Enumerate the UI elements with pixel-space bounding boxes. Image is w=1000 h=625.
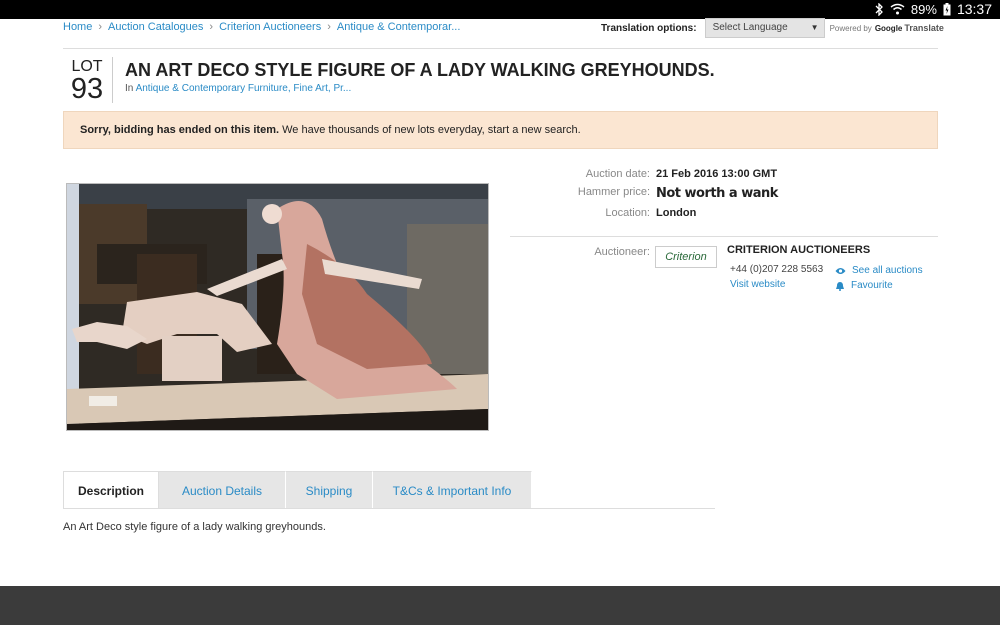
auctioneer-logo[interactable]: Criterion: [655, 246, 717, 268]
battery-icon: [943, 2, 951, 15]
breadcrumb-separator: ›: [327, 21, 331, 33]
eye-icon: [835, 267, 846, 274]
lot-photo[interactable]: [66, 183, 489, 431]
details-divider: [510, 236, 938, 237]
powered-by-label: Powered by: [829, 23, 872, 33]
lot-category-line: In Antique & Contemporary Furniture, Fin…: [125, 83, 351, 94]
google-translate-link[interactable]: Translate: [904, 23, 944, 33]
auction-date-label: Auction date:: [585, 168, 650, 180]
language-select-value: Select Language: [712, 22, 788, 33]
auctioneer-label: Auctioneer:: [594, 246, 650, 258]
hammer-price-label: Hammer price:: [577, 186, 650, 198]
tab-tcs-important-info[interactable]: T&Cs & Important Info: [373, 471, 532, 509]
notice-text: We have thousands of new lots everyday, …: [279, 124, 581, 136]
lot-divider: [112, 57, 113, 103]
language-select[interactable]: Select Language ▼: [704, 18, 825, 38]
auctioneer-name: CRITERION AUCTIONEERS: [727, 244, 871, 256]
auction-date-value: 21 Feb 2016 13:00 GMT: [656, 168, 778, 180]
wifi-icon: [890, 3, 905, 15]
page-footer: [0, 586, 1000, 625]
bell-icon: [836, 281, 844, 291]
tabs-underline: [63, 508, 715, 509]
translation-label: Translation options:: [601, 22, 697, 34]
breadcrumb: Home › Auction Catalogues › Criterion Auctio…: [63, 21, 460, 33]
battery-percent: 89%: [910, 1, 937, 17]
clock: 13:37: [956, 1, 992, 17]
breadcrumb-home[interactable]: Home: [63, 21, 92, 33]
breadcrumb-category[interactable]: Antique & Contemporar...: [337, 21, 461, 33]
breadcrumb-auction-catalogues[interactable]: Auction Catalogues: [108, 21, 203, 33]
dropdown-arrow-icon: ▼: [810, 23, 819, 32]
tab-description[interactable]: Description: [63, 471, 159, 509]
bidding-ended-notice: Sorry, bidding has ended on this item. W…: [63, 111, 938, 149]
favourite-link[interactable]: Favourite: [835, 280, 893, 291]
lot-number: 93: [70, 73, 104, 105]
tab-shipping[interactable]: Shipping: [286, 471, 373, 509]
location-label: Location:: [605, 207, 650, 219]
google-logo: Google: [874, 23, 903, 33]
see-all-auctions-link[interactable]: See all auctions: [835, 265, 923, 276]
auctioneer-phone: +44 (0)207 228 5563: [730, 264, 824, 275]
in-label: In: [125, 83, 134, 94]
notice-bold-text: Sorry, bidding has ended on this item.: [80, 124, 280, 136]
breadcrumb-separator: ›: [209, 21, 214, 33]
lot-image: [67, 184, 488, 430]
location-value: London: [656, 207, 697, 219]
header-divider: [63, 48, 938, 49]
lot-title: AN ART DECO STYLE FIGURE OF A LADY WALKI…: [125, 60, 715, 80]
lot-tabs: Description Auction Details Shipping T&C…: [63, 471, 532, 509]
breadcrumb-separator: ›: [98, 21, 103, 33]
lot-number-box: LOT 93: [63, 59, 111, 105]
favourite-label: Favourite: [851, 280, 893, 291]
description-text: An Art Deco style figure of a lady walki…: [63, 521, 326, 533]
see-all-auctions-label: See all auctions: [852, 265, 923, 276]
translation-bar: Translation options: Select Language ▼ P…: [601, 17, 944, 39]
category-link[interactable]: Antique & Contemporary Furniture, Fine A…: [136, 83, 352, 94]
breadcrumb-criterion-auctioneers[interactable]: Criterion Auctioneers: [219, 21, 321, 33]
visit-website-link[interactable]: Visit website: [730, 279, 785, 290]
hammer-price-value: Not worth a wank: [656, 186, 778, 201]
bluetooth-icon: [875, 2, 883, 16]
tab-auction-details[interactable]: Auction Details: [159, 471, 286, 509]
